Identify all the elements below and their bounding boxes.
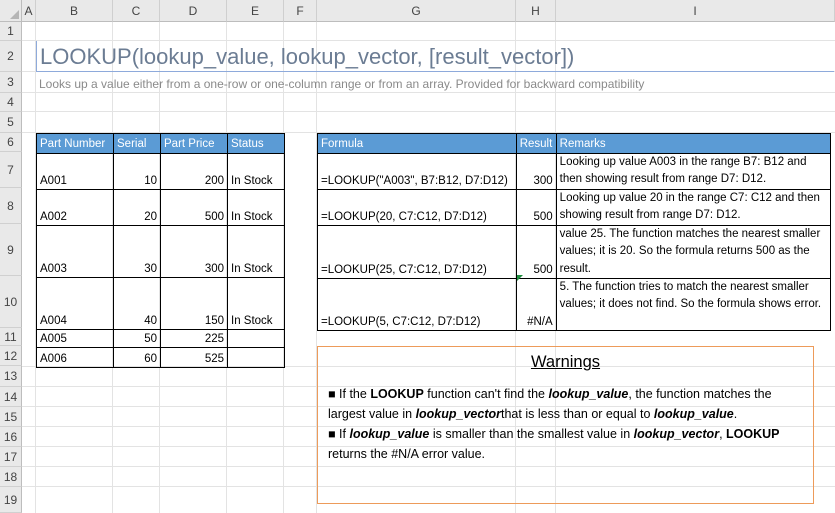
column-header-a[interactable]: A [22,0,36,22]
cell-part[interactable]: A003 [36,225,114,278]
column-header-g[interactable]: G [317,0,516,22]
warnings-box[interactable]: Warnings ■ If the LOOKUP function can't … [317,346,814,504]
table-row: A005 50 225 [36,329,285,348]
row-header-12[interactable]: 12 [0,346,22,366]
cell-status[interactable]: In Stock [227,225,285,278]
page-title[interactable]: LOOKUP(lookup_value, lookup_vector, [res… [36,41,834,72]
cell-serial[interactable]: 30 [113,225,161,278]
cell-status[interactable]: In Stock [227,189,285,226]
cell-serial[interactable]: 60 [113,347,161,368]
cell-remarks[interactable]: Looking up value A003 in the range B7: B… [555,153,832,190]
cell-price[interactable]: 500 [160,189,228,226]
header-serial[interactable]: Serial [113,133,161,154]
header-status[interactable]: Status [227,133,285,154]
cell-status[interactable]: In Stock [227,153,285,190]
table-row: =LOOKUP("A003", B7:B12, D7:D12) 300 Look… [317,153,832,190]
cell-remarks[interactable]: 5. The function tries to match the neare… [555,277,832,331]
table-row: A004 40 150 In Stock [36,277,285,330]
row-header-6[interactable]: 6 [0,133,22,152]
cell-result[interactable]: 500 [515,189,557,226]
cell-status[interactable] [227,347,285,368]
cell-remarks[interactable]: value 25. The function matches the neare… [555,225,832,279]
error-indicator-icon[interactable] [517,275,523,281]
bullet-icon: ■ [328,427,336,441]
row-header-15[interactable]: 15 [0,407,22,427]
column-header-e[interactable]: E [227,0,284,22]
column-header-c[interactable]: C [113,0,160,22]
row-header-13[interactable]: 13 [0,366,22,387]
cell-formula[interactable]: =LOOKUP(25, C7:C12, D7:D12) [317,225,517,279]
row-header-18[interactable]: 18 [0,467,22,487]
header-part-price[interactable]: Part Price [160,133,228,154]
gridline [22,111,835,112]
cell-result[interactable]: 500 [515,225,557,279]
row-header-4[interactable]: 4 [0,93,22,112]
column-header-i[interactable]: I [556,0,835,22]
cell-serial[interactable]: 50 [113,329,161,348]
row-header-19[interactable]: 19 [0,487,22,513]
header-formula[interactable]: Formula [317,133,517,154]
header-part-number[interactable]: Part Number [36,133,114,154]
bullet-icon: ■ [328,387,336,401]
row-header-3[interactable]: 3 [0,72,22,93]
table-row: A006 60 525 [36,347,285,368]
warning-paragraph-1: ■ If the LOOKUP function can't find the … [328,387,772,421]
cell-part[interactable]: A001 [36,153,114,190]
page-subtitle[interactable]: Looks up a value either from a one-row o… [39,77,644,91]
cell-serial[interactable]: 10 [113,153,161,190]
parts-table: Part Number Serial Part Price Status A00… [36,133,285,368]
cell-result[interactable]: 300 [515,153,557,190]
cell-status[interactable]: In Stock [227,277,285,330]
formula-table: Formula Result Remarks =LOOKUP("A003", B… [317,133,832,331]
cell-price[interactable]: 200 [160,153,228,190]
warnings-title: Warnings [530,353,601,371]
warning-paragraph-2: ■ If lookup_value is smaller than the sm… [328,427,780,461]
cell-price[interactable]: 225 [160,329,228,348]
table-header-row: Formula Result Remarks [317,133,832,154]
gridline [22,92,835,93]
row-header-10[interactable]: 10 [0,276,22,328]
cell-remarks[interactable]: Looking up value 20 in the range C7: C12… [555,189,832,226]
row-header-17[interactable]: 17 [0,447,22,467]
row-header-11[interactable]: 11 [0,328,22,346]
table-header-row: Part Number Serial Part Price Status [36,133,285,154]
row-header-1[interactable]: 1 [0,22,22,41]
table-row: =LOOKUP(20, C7:C12, D7:D12) 500 Looking … [317,189,832,226]
cell-result[interactable]: #N/A [515,277,557,331]
header-remarks[interactable]: Remarks [555,133,832,154]
cell-price[interactable]: 150 [160,277,228,330]
cell-part[interactable]: A006 [36,347,114,368]
row-header-14[interactable]: 14 [0,387,22,407]
cell-price[interactable]: 300 [160,225,228,278]
column-header-d[interactable]: D [160,0,227,22]
cell-formula[interactable]: =LOOKUP("A003", B7:B12, D7:D12) [317,153,517,190]
table-row: A003 30 300 In Stock [36,225,285,278]
table-row: A002 20 500 In Stock [36,189,285,226]
cell-serial[interactable]: 40 [113,277,161,330]
column-header-f[interactable]: F [284,0,317,22]
cell-price[interactable]: 525 [160,347,228,368]
table-row: A001 10 200 In Stock [36,153,285,190]
cell-status[interactable] [227,329,285,348]
row-header-9[interactable]: 9 [0,224,22,276]
cell-formula[interactable]: =LOOKUP(5, C7:C12, D7:D12) [317,277,517,331]
row-header-7[interactable]: 7 [0,152,22,188]
cell-formula[interactable]: =LOOKUP(20, C7:C12, D7:D12) [317,189,517,226]
cell-part[interactable]: A002 [36,189,114,226]
select-all-corner[interactable] [0,0,22,22]
row-header-2[interactable]: 2 [0,41,22,72]
table-row: =LOOKUP(25, C7:C12, D7:D12) 500 value 25… [317,225,832,279]
cell-serial[interactable]: 20 [113,189,161,226]
row-header-16[interactable]: 16 [0,427,22,447]
cell-part[interactable]: A004 [36,277,114,330]
row-header-8[interactable]: 8 [0,188,22,224]
row-header-5[interactable]: 5 [0,112,22,133]
column-header-h[interactable]: H [516,0,556,22]
cell-part[interactable]: A005 [36,329,114,348]
header-result[interactable]: Result [515,133,557,154]
column-header-b[interactable]: B [36,0,113,22]
table-row: =LOOKUP(5, C7:C12, D7:D12) #N/A 5. The f… [317,277,832,331]
